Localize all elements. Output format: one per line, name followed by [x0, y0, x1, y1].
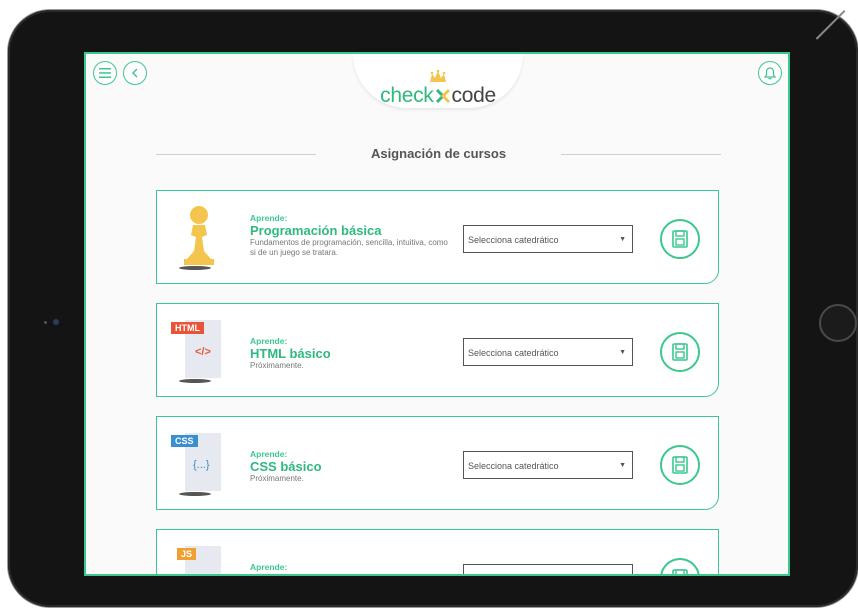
file-code-glyph: </>	[195, 346, 211, 358]
floppy-disk-icon	[672, 456, 688, 474]
js-file-icon: JS	[171, 540, 227, 574]
course-card: JS Aprende:	[156, 529, 719, 574]
app-logo[interactable]: check code	[353, 84, 523, 108]
save-button[interactable]	[660, 332, 700, 372]
divider-right	[561, 154, 721, 155]
teacher-select[interactable]	[463, 564, 633, 574]
chevron-left-icon	[131, 68, 138, 78]
pawn-icon	[171, 201, 227, 273]
course-card: CSS {...} Aprende: CSS básico Próximamen…	[156, 416, 719, 510]
teacher-select[interactable]: Selecciona catedrático ▼	[463, 451, 633, 479]
save-button[interactable]	[660, 558, 700, 574]
html-file-icon: HTML </>	[171, 314, 227, 386]
file-badge: JS	[177, 548, 197, 560]
learn-label: Aprende:	[250, 336, 288, 346]
course-info: Aprende: CSS básico Próximamente.	[250, 449, 450, 484]
icon-shadow	[179, 492, 211, 496]
file-badge: CSS	[171, 435, 198, 447]
dropdown-arrow-icon: ▼	[619, 462, 626, 469]
section-header: Asignación de cursos	[156, 144, 721, 164]
sensor-dot	[44, 321, 47, 324]
course-name: Programación básica	[250, 223, 382, 238]
course-card: HTML </> Aprende: HTML básico Próximamen…	[156, 303, 719, 397]
course-description: Próximamente.	[250, 474, 304, 483]
teacher-select-value: Selecciona catedrático	[468, 235, 559, 245]
teacher-select-value: Selecciona catedrático	[468, 348, 559, 358]
save-button[interactable]	[660, 219, 700, 259]
floppy-disk-icon	[672, 230, 688, 248]
tablet-edge-line	[815, 10, 846, 40]
back-button[interactable]	[123, 61, 147, 85]
file-badge: HTML	[171, 322, 204, 334]
home-button[interactable]	[819, 304, 857, 342]
course-name: HTML básico	[250, 346, 331, 361]
floppy-disk-icon	[672, 343, 688, 361]
course-card: Aprende: Programación básica Fundamentos…	[156, 190, 719, 284]
learn-label: Aprende:	[250, 562, 288, 572]
course-info: Aprende: Programación básica Fundamentos…	[250, 213, 450, 258]
course-info: Aprende: HTML básico Próximamente.	[250, 336, 450, 371]
bell-icon	[764, 66, 776, 79]
course-description: Fundamentos de programación, sencilla, i…	[250, 238, 448, 257]
save-button[interactable]	[660, 445, 700, 485]
crown-icon	[430, 70, 446, 82]
dropdown-arrow-icon: ▼	[619, 236, 626, 243]
floppy-disk-icon	[672, 569, 688, 574]
logo-tab: check code	[353, 54, 523, 108]
teacher-select[interactable]: Selecciona catedrático ▼	[463, 338, 633, 366]
learn-label: Aprende:	[250, 213, 288, 223]
menu-button[interactable]	[93, 61, 117, 85]
logo-knight-icon	[434, 87, 452, 105]
learn-label: Aprende:	[250, 449, 288, 459]
camera	[53, 319, 59, 325]
file-code-glyph: {...}	[193, 459, 210, 471]
icon-shadow	[179, 379, 211, 383]
course-name: CSS básico	[250, 459, 322, 474]
teacher-select[interactable]: Selecciona catedrático ▼	[463, 225, 633, 253]
logo-code-text: code	[451, 84, 497, 107]
css-file-icon: CSS {...}	[171, 427, 227, 499]
course-description: Próximamente.	[250, 361, 304, 370]
dropdown-arrow-icon: ▼	[619, 349, 626, 356]
app-screen: check code Asignación de cursos Aprende: …	[84, 52, 790, 576]
course-info: Aprende:	[250, 562, 450, 572]
hamburger-menu-icon	[99, 68, 111, 78]
notifications-button[interactable]	[758, 61, 782, 85]
icon-shadow	[179, 266, 211, 270]
logo-check-text: check	[380, 84, 434, 107]
teacher-select-value: Selecciona catedrático	[468, 461, 559, 471]
